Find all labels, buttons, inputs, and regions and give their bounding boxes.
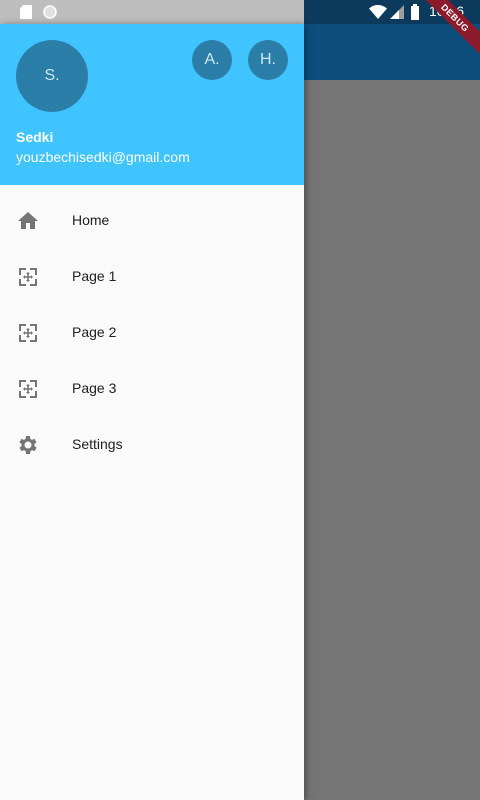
drawer-item-label: Page 3 [72, 380, 117, 396]
drawer-item-label: Page 1 [72, 268, 117, 284]
current-account-avatar[interactable]: S. [16, 40, 88, 112]
drawer-scrim[interactable] [304, 80, 480, 800]
drawer-item-settings[interactable]: Settings [0, 417, 304, 473]
home-icon [16, 209, 40, 233]
gear-icon [16, 433, 40, 457]
account-email: youzbechisedki@gmail.com [16, 149, 190, 165]
navigation-drawer: S. A. H. Sedki youzbechisedki@gmail.com … [0, 24, 304, 800]
control-camera-icon [16, 377, 40, 401]
circle-icon [43, 5, 57, 19]
sd-card-icon [20, 5, 32, 19]
account-name: Sedki [16, 129, 54, 145]
wifi-icon [369, 5, 387, 19]
control-camera-icon [16, 321, 40, 345]
other-account-avatar-a[interactable]: A. [192, 40, 232, 80]
drawer-menu: Home Page 1 Page 2 Page 3 Settings [0, 193, 304, 473]
drawer-item-page-1[interactable]: Page 1 [0, 249, 304, 305]
battery-icon [411, 4, 419, 20]
status-bar: 10:36 [0, 0, 480, 24]
other-account-avatar-h[interactable]: H. [248, 40, 288, 80]
drawer-item-page-3[interactable]: Page 3 [0, 361, 304, 417]
app-bar [304, 24, 480, 80]
drawer-header: S. A. H. Sedki youzbechisedki@gmail.com [0, 24, 304, 185]
drawer-item-label: Page 2 [72, 324, 117, 340]
signal-icon [390, 5, 404, 19]
drawer-item-page-2[interactable]: Page 2 [0, 305, 304, 361]
control-camera-icon [16, 265, 40, 289]
drawer-item-home[interactable]: Home [0, 193, 304, 249]
drawer-item-label: Settings [72, 436, 123, 452]
drawer-item-label: Home [72, 212, 110, 228]
